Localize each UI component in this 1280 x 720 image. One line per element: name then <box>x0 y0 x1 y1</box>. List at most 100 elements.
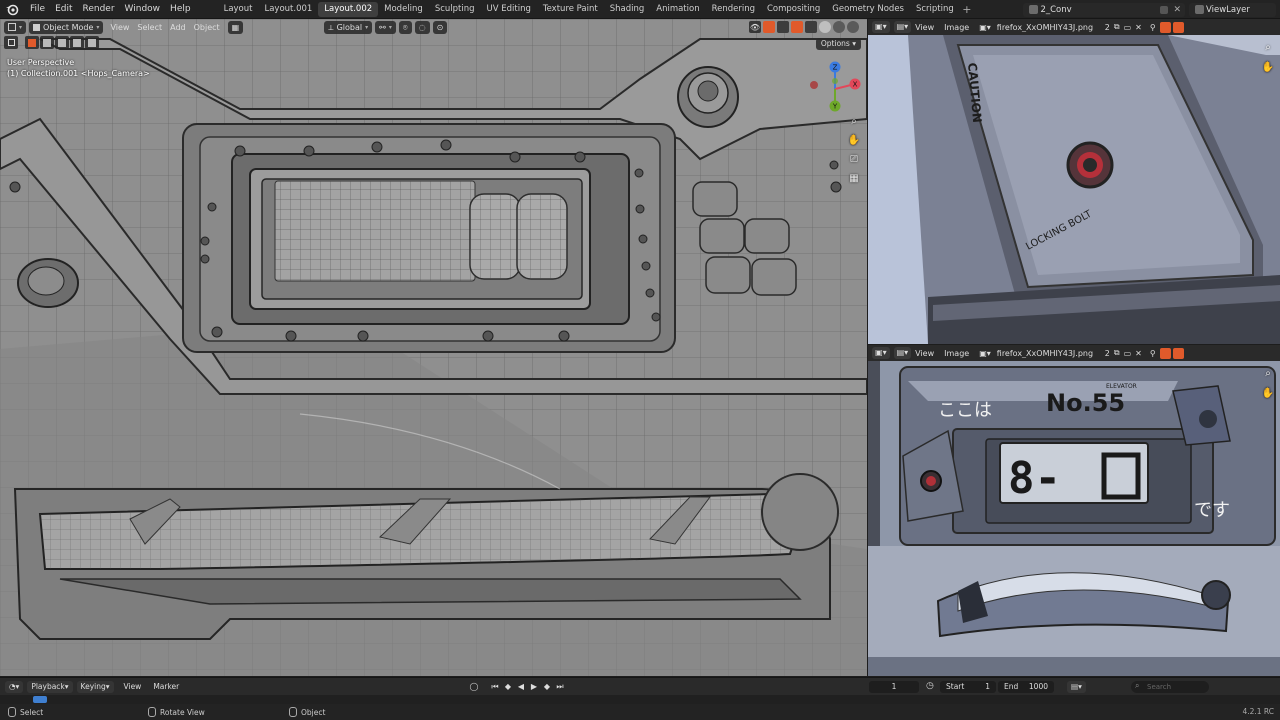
start-frame-field[interactable]: Start 1 <box>940 681 996 693</box>
select-subtract-icon[interactable] <box>55 36 69 49</box>
zoom-icon[interactable]: ⌕ <box>848 115 860 127</box>
tab-animation[interactable]: Animation <box>650 2 705 17</box>
folder-icon[interactable]: ▭ <box>1124 349 1132 358</box>
shading-material-icon[interactable] <box>833 21 845 33</box>
timeline-menu-view[interactable]: View <box>124 682 142 691</box>
tab-compositing[interactable]: Compositing <box>761 2 826 17</box>
shading-wire-icon[interactable] <box>805 21 817 33</box>
image-browse-icon[interactable]: ▣▾ <box>979 349 991 358</box>
proportional-toggle[interactable]: ◌ <box>414 20 430 34</box>
tab-sculpting[interactable]: Sculpting <box>429 2 481 17</box>
editor-type-button[interactable]: ▣ ▾ <box>872 21 890 33</box>
select-extend-icon[interactable] <box>40 36 54 49</box>
menu-edit[interactable]: Edit <box>50 0 77 19</box>
overlay-extra-toggle[interactable]: ⊙ <box>432 20 448 34</box>
pan-hand-icon[interactable]: ✋ <box>848 134 860 146</box>
image-editor-bottom[interactable]: ▣ ▾ ▤ ▾ View Image ▣▾ firefox_XxOMHIY43J… <box>868 345 1280 676</box>
shading-solid-icon[interactable] <box>819 21 831 33</box>
select-new-icon[interactable] <box>25 36 39 49</box>
copy-icon[interactable] <box>1160 5 1169 14</box>
folder-icon[interactable]: ▭ <box>1124 23 1132 32</box>
jump-start-icon[interactable]: ⏮ <box>489 681 501 693</box>
view-layer-selector[interactable]: ViewLayer <box>1189 2 1276 17</box>
timeline-editor-type-button[interactable]: ◔ ▾ <box>5 680 24 693</box>
3d-viewport[interactable]: ▾ Object Mode ▾ View Select Add Object ▦ … <box>0 19 867 676</box>
timeline-menu-marker[interactable]: Marker <box>153 682 179 691</box>
play-reverse-icon[interactable]: ◀ <box>515 681 527 693</box>
jump-end-icon[interactable]: ⏭ <box>554 681 566 693</box>
keying-menu[interactable]: Keying ▾ <box>76 680 114 693</box>
prev-keyframe-icon[interactable]: ◆ <box>502 681 514 693</box>
playhead-marker[interactable] <box>33 696 47 703</box>
image-name[interactable]: firefox_XxOMHIY43J.png <box>997 349 1101 358</box>
menu-help[interactable]: Help <box>165 0 196 19</box>
menu-image[interactable]: Image <box>944 349 969 358</box>
menu-file[interactable]: File <box>25 0 50 19</box>
tab-scripting[interactable]: Scripting <box>910 2 960 17</box>
ortho-grid-icon[interactable]: ▦ <box>848 172 860 184</box>
menu-view[interactable]: View <box>915 349 934 358</box>
play-icon[interactable]: ▶ <box>528 681 540 693</box>
menu-image[interactable]: Image <box>944 23 969 32</box>
menu-window[interactable]: Window <box>120 0 166 19</box>
playback-menu[interactable]: Playback ▾ <box>27 680 73 693</box>
current-frame-field[interactable]: 1 <box>869 681 919 693</box>
overlay-toggle-icon[interactable] <box>777 21 789 33</box>
select-intersect-icon[interactable] <box>85 36 99 49</box>
viewport-extra-button[interactable]: ▦ <box>227 20 244 34</box>
pivot-selector[interactable]: ⚯ ▾ <box>375 20 396 34</box>
menu-render[interactable]: Render <box>78 0 120 19</box>
image-browse-icon[interactable]: ▣▾ <box>979 23 991 32</box>
shading-rendered-icon[interactable] <box>847 21 859 33</box>
editor-mode-button[interactable]: ▤ ▾ <box>893 21 912 33</box>
duplicate-image-icon[interactable]: ⧉ <box>1114 22 1120 32</box>
add-workspace-button[interactable]: + <box>960 3 974 16</box>
outliner-editor-type-button[interactable]: ▤ ▾ <box>1067 681 1086 693</box>
zoom-icon[interactable]: ⌕ <box>1262 41 1274 53</box>
snap-toggle[interactable]: ⌾ <box>398 20 412 34</box>
visibility-icon[interactable]: 👁 <box>749 21 761 33</box>
viewport-menu-add[interactable]: Add <box>170 23 186 32</box>
editor-type-button[interactable]: ▾ <box>4 20 27 34</box>
record-icon[interactable]: ◯ <box>468 681 480 693</box>
tab-geometry-nodes[interactable]: Geometry Nodes <box>826 2 910 17</box>
tab-modeling[interactable]: Modeling <box>378 2 429 17</box>
editor-mode-button[interactable]: ▤ ▾ <box>893 347 912 359</box>
viewport-menu-object[interactable]: Object <box>194 23 220 32</box>
scene-selector[interactable]: 2_Conv ✕ <box>1023 2 1185 17</box>
timeline-ruler[interactable] <box>0 695 1280 704</box>
tab-layout[interactable]: Layout <box>218 2 259 17</box>
camera-icon[interactable]: ⎚ <box>848 153 860 165</box>
gizmo-toggle-icon[interactable] <box>1159 347 1171 359</box>
mode-selector[interactable]: Object Mode ▾ <box>29 20 104 34</box>
tab-texture-paint[interactable]: Texture Paint <box>537 2 604 17</box>
tab-layout-001[interactable]: Layout.001 <box>258 2 318 17</box>
pin-icon[interactable]: ⚲ <box>1150 23 1156 32</box>
image-editor-top[interactable]: ▣ ▾ ▤ ▾ View Image ▣▾ firefox_XxOMHIY43J… <box>868 19 1280 344</box>
image-name[interactable]: firefox_XxOMHIY43J.png <box>997 23 1101 32</box>
tab-shading[interactable]: Shading <box>604 2 651 17</box>
pin-icon[interactable]: ⚲ <box>1150 349 1156 358</box>
gizmo-toggle-icon[interactable] <box>763 21 775 33</box>
pan-hand-icon[interactable]: ✋ <box>1262 387 1274 399</box>
select-invert-icon[interactable] <box>70 36 84 49</box>
zoom-icon[interactable]: ⌕ <box>1262 367 1274 379</box>
editor-type-button[interactable]: ▣ ▾ <box>872 347 890 359</box>
close-image-icon[interactable]: ✕ <box>1135 349 1142 358</box>
select-box-icon[interactable] <box>4 36 18 49</box>
viewport-menu-view[interactable]: View <box>110 23 129 32</box>
viewport-menu-select[interactable]: Select <box>137 23 162 32</box>
tab-layout-002[interactable]: Layout.002 <box>318 1 379 17</box>
stopwatch-icon[interactable]: ◷ <box>926 681 934 691</box>
tab-uv-editing[interactable]: UV Editing <box>481 2 537 17</box>
close-icon[interactable]: ✕ <box>1173 5 1181 15</box>
next-keyframe-icon[interactable]: ◆ <box>541 681 553 693</box>
duplicate-image-icon[interactable]: ⧉ <box>1114 348 1120 358</box>
transform-orientation-selector[interactable]: ⟂ Global ▾ <box>324 20 373 34</box>
menu-view[interactable]: View <box>915 23 934 32</box>
overlay-toggle-icon[interactable] <box>1172 347 1184 359</box>
outliner-search-input[interactable]: Search <box>1131 681 1209 693</box>
navigation-gizmo[interactable]: Z X Y <box>803 59 863 119</box>
pan-hand-icon[interactable]: ✋ <box>1262 61 1274 73</box>
options-button[interactable]: Options ▾ <box>815 38 861 50</box>
